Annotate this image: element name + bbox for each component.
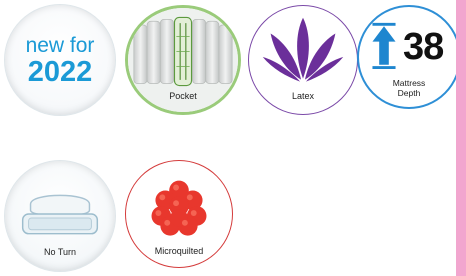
- microquilted-badge: Microquilted: [125, 160, 233, 268]
- new-for-text: new for: [25, 34, 95, 57]
- depth-label-line2: Depth: [397, 88, 421, 98]
- pocket-badge: Pocket: [125, 5, 241, 115]
- no-turn-label: No Turn: [43, 247, 76, 257]
- new-for-2022-badge: new for 2022: [4, 4, 116, 116]
- microquilted-label: Microquilted: [154, 246, 204, 256]
- depth-label-line1: Mattress: [392, 78, 426, 88]
- depth-label: Mattress Depth: [359, 78, 459, 98]
- feature-badges-panel: new for 2022 Pocket Latex 38 Mattress De…: [0, 0, 466, 276]
- no-turn-badge: No Turn: [4, 160, 116, 272]
- side-accent-strip: [456, 0, 466, 276]
- pocket-label: Pocket: [169, 91, 197, 101]
- latex-badge: Latex: [248, 5, 358, 115]
- latex-label: Latex: [291, 91, 315, 101]
- mattress-depth-badge: 38 Mattress Depth: [357, 5, 461, 109]
- year-text: 2022: [27, 56, 93, 88]
- depth-number: 38: [403, 26, 444, 68]
